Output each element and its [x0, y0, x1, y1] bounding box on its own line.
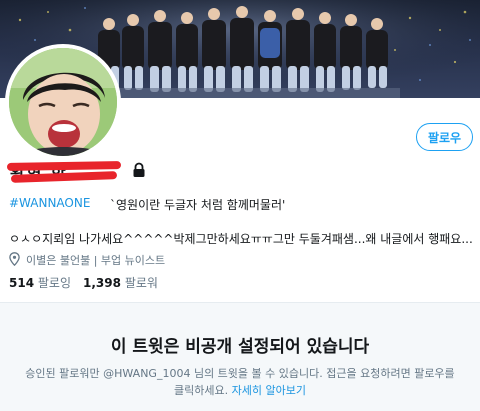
bio-hashtag-link[interactable]: #WANNAONE	[9, 196, 90, 210]
profile-location: 이별은 불언불 | 부업 뉴이스트	[26, 254, 166, 267]
bio-text: ㅇㅅㅇ지뢰임 나가세요^^^^^박제그만하세요ㅠㅠ그만 두둘겨패샘...왜 내글…	[9, 232, 473, 246]
lock-icon	[133, 162, 145, 177]
followers-label: 팔로워	[124, 276, 158, 290]
profile-avatar[interactable]	[5, 44, 121, 160]
avatar-photo	[9, 48, 117, 156]
profile-stats: 514 팔로잉 1,398 팔로워	[9, 274, 158, 291]
following-count: 514	[9, 276, 35, 290]
redaction-mark	[6, 161, 122, 171]
followers-stat[interactable]: 1,398 팔로워	[83, 276, 158, 290]
following-label: 팔로잉	[37, 276, 72, 290]
location-pin-icon	[9, 252, 20, 266]
following-stat[interactable]: 514 팔로잉	[9, 276, 71, 290]
protected-title: 이 트윗은 비공개 설정되어 있습니다	[110, 337, 370, 357]
follow-button[interactable]: 팔로우	[416, 123, 473, 151]
learn-more-link[interactable]: 자세히 알아보기	[232, 384, 306, 397]
followers-count: 1,398	[83, 276, 121, 290]
protected-description: 승인된 팔로워만 @HWANG_1004 님의 트윗을 볼 수 있습니다. 접근…	[20, 365, 460, 399]
bio-quote: `영원이란 두글자 처럼 함께머물러'	[110, 198, 286, 212]
